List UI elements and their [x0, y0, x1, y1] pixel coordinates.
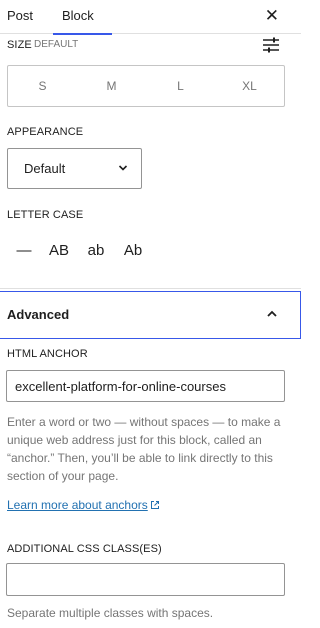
tab-block[interactable]: Block	[53, 0, 112, 35]
letter-case-none-button[interactable]: —	[15, 236, 33, 266]
size-option-s[interactable]: S	[8, 66, 77, 106]
html-anchor-label: HTML ANCHOR	[7, 348, 88, 360]
appearance-value: Default	[24, 161, 66, 176]
size-option-m[interactable]: M	[77, 66, 146, 106]
learn-more-link-label: Learn more about anchors	[7, 498, 148, 512]
close-icon[interactable]: ✕	[265, 6, 279, 26]
letter-case-label: LETTER CASE	[7, 209, 84, 221]
sliders-icon[interactable]	[262, 37, 280, 53]
letter-case-capitalize-button[interactable]: Ab	[114, 236, 152, 266]
learn-more-anchors-link[interactable]: Learn more about anchors	[7, 496, 160, 514]
size-header: SIZE DEFAULT	[7, 36, 293, 54]
chevron-up-icon	[267, 310, 277, 317]
active-tab-indicator	[53, 33, 112, 35]
tab-block-label: Block	[62, 8, 94, 23]
size-option-l[interactable]: L	[146, 66, 215, 106]
letter-case-lowercase-button[interactable]: ab	[78, 236, 114, 266]
size-toggle-group: S M L XL	[7, 65, 285, 107]
tab-post[interactable]: Post	[7, 0, 33, 34]
advanced-panel-toggle[interactable]: Advanced	[0, 291, 301, 339]
advanced-panel-title: Advanced	[7, 307, 70, 322]
sidebar-tabs: Post Block ✕	[0, 0, 301, 35]
html-anchor-input[interactable]	[6, 370, 285, 402]
size-current-value: DEFAULT	[34, 39, 79, 50]
chevron-down-icon	[118, 165, 128, 171]
letter-case-uppercase-button[interactable]: AB	[40, 236, 78, 266]
css-classes-input[interactable]	[6, 563, 285, 596]
size-option-xl[interactable]: XL	[215, 66, 284, 106]
css-classes-label: ADDITIONAL CSS CLASS(ES)	[7, 543, 162, 555]
appearance-select[interactable]: Default	[7, 148, 142, 189]
css-classes-help: Separate multiple classes with spaces.	[7, 606, 214, 620]
panel-divider	[0, 288, 301, 289]
appearance-label: APPEARANCE	[7, 126, 84, 138]
external-link-icon	[150, 501, 159, 509]
size-label: SIZE	[7, 39, 32, 51]
html-anchor-help: Enter a word or two — without spaces — t…	[7, 415, 281, 483]
letter-case-options: — AB ab Ab	[7, 236, 152, 266]
